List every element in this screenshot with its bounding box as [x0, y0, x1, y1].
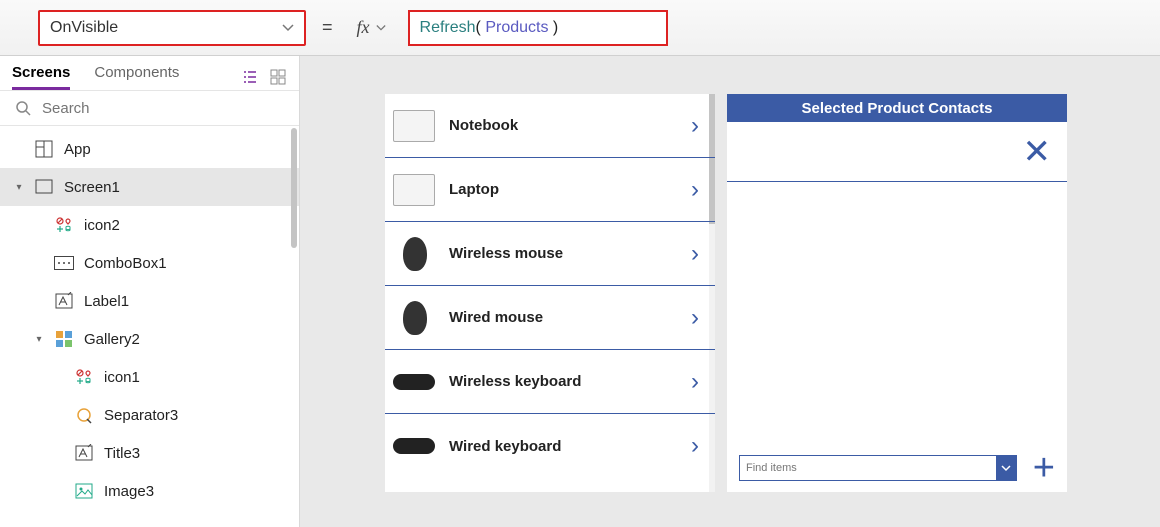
formula-fn: Refresh: [420, 19, 476, 37]
tree-item-app[interactable]: App: [0, 130, 299, 168]
tree-item-label: Separator3: [104, 407, 178, 424]
formula-bar: OnVisible = fx Refresh( Products ): [0, 0, 1160, 56]
icons-icon: [74, 367, 94, 387]
gallery-item[interactable]: Laptop ›: [385, 158, 715, 222]
product-title: Wireless mouse: [449, 245, 669, 262]
icons-icon: [54, 215, 74, 235]
canvas[interactable]: Notebook › Laptop › Wireless mouse › Wir…: [300, 56, 1160, 527]
gallery-icon: [54, 329, 74, 349]
image-icon: [74, 481, 94, 501]
tab-components[interactable]: Components: [94, 64, 179, 90]
search-icon: [14, 99, 32, 117]
chevron-down-icon: ▾: [34, 334, 44, 345]
list-view-icon[interactable]: [241, 68, 259, 86]
tree-item-label: ComboBox1: [84, 255, 167, 272]
tree-panel: Screens Components: [0, 56, 300, 527]
gallery-item[interactable]: Wired mouse ›: [385, 286, 715, 350]
chevron-right-icon[interactable]: ›: [683, 176, 707, 204]
product-image: [393, 438, 435, 454]
property-dropdown[interactable]: OnVisible: [38, 10, 306, 46]
chevron-down-icon: [376, 23, 386, 33]
tree-item-title3[interactable]: Title3: [0, 434, 299, 472]
product-title: Laptop: [449, 181, 669, 198]
tree-item-label: Screen1: [64, 179, 120, 196]
tree-item-label: Label1: [84, 293, 129, 310]
tree-item-label: Gallery2: [84, 331, 140, 348]
equals-label: =: [320, 17, 335, 38]
product-image: [393, 110, 435, 142]
product-image: [403, 237, 427, 271]
tab-screens[interactable]: Screens: [12, 64, 70, 90]
combobox-placeholder: Find items: [740, 456, 996, 480]
product-image: [403, 301, 427, 335]
add-icon[interactable]: +: [1033, 449, 1055, 487]
combobox-icon: [54, 253, 74, 273]
separator-icon: [74, 405, 94, 425]
find-items-combobox[interactable]: Find items: [739, 455, 1017, 481]
detail-header: Selected Product Contacts: [727, 94, 1067, 122]
tree-view: App ▾ Screen1 icon2: [0, 126, 299, 527]
tree-item-separator3[interactable]: Separator3: [0, 396, 299, 434]
tree-item-screen1[interactable]: ▾ Screen1: [0, 168, 299, 206]
gallery-item[interactable]: Wired keyboard ›: [385, 414, 715, 478]
gallery-item[interactable]: Notebook ›: [385, 94, 715, 158]
tree-item-label: icon1: [104, 369, 140, 386]
tree-item-gallery2[interactable]: ▾ Gallery2: [0, 320, 299, 358]
app-icon: [34, 139, 54, 159]
product-title: Notebook: [449, 117, 669, 134]
tree-item-combobox1[interactable]: ComboBox1: [0, 244, 299, 282]
tree-item-image3[interactable]: Image3: [0, 472, 299, 510]
tree-item-label: Image3: [104, 483, 154, 500]
tree-item-label: Title3: [104, 445, 140, 462]
chevron-down-icon: ▾: [14, 182, 24, 193]
detail-panel: Selected Product Contacts ✕ Find items +: [727, 94, 1067, 492]
label-icon: [74, 443, 94, 463]
label-icon: [54, 291, 74, 311]
formula-arg: Products: [485, 19, 548, 37]
search-input[interactable]: [42, 100, 285, 117]
tree-item-label: App: [64, 141, 91, 158]
product-image: [393, 174, 435, 206]
gallery[interactable]: Notebook › Laptop › Wireless mouse › Wir…: [385, 94, 715, 492]
chevron-right-icon[interactable]: ›: [683, 304, 707, 332]
chevron-right-icon[interactable]: ›: [683, 432, 707, 460]
chevron-right-icon[interactable]: ›: [683, 240, 707, 268]
fx-button[interactable]: fx: [349, 17, 394, 38]
scrollbar-thumb[interactable]: [291, 128, 297, 248]
stage: Notebook › Laptop › Wireless mouse › Wir…: [385, 94, 1075, 492]
chevron-right-icon[interactable]: ›: [683, 112, 707, 140]
tree-item-icon2[interactable]: icon2: [0, 206, 299, 244]
product-title: Wired keyboard: [449, 438, 669, 455]
property-label: OnVisible: [50, 19, 118, 37]
fx-icon: fx: [357, 17, 370, 38]
formula-input[interactable]: Refresh( Products ): [408, 10, 668, 46]
close-icon[interactable]: ✕: [1023, 135, 1052, 169]
grid-view-icon[interactable]: [269, 68, 287, 86]
chevron-right-icon[interactable]: ›: [683, 368, 707, 396]
chevron-down-icon: [282, 22, 294, 34]
product-title: Wired mouse: [449, 309, 669, 326]
chevron-down-icon[interactable]: [996, 456, 1016, 480]
gallery-item[interactable]: Wireless keyboard ›: [385, 350, 715, 414]
product-title: Wireless keyboard: [449, 373, 669, 390]
product-image: [393, 374, 435, 390]
tree-item-label: icon2: [84, 217, 120, 234]
gallery-item[interactable]: Wireless mouse ›: [385, 222, 715, 286]
tree-item-icon1[interactable]: icon1: [0, 358, 299, 396]
screen-icon: [34, 177, 54, 197]
detail-body: [727, 182, 1067, 444]
tree-item-label1[interactable]: Label1: [0, 282, 299, 320]
